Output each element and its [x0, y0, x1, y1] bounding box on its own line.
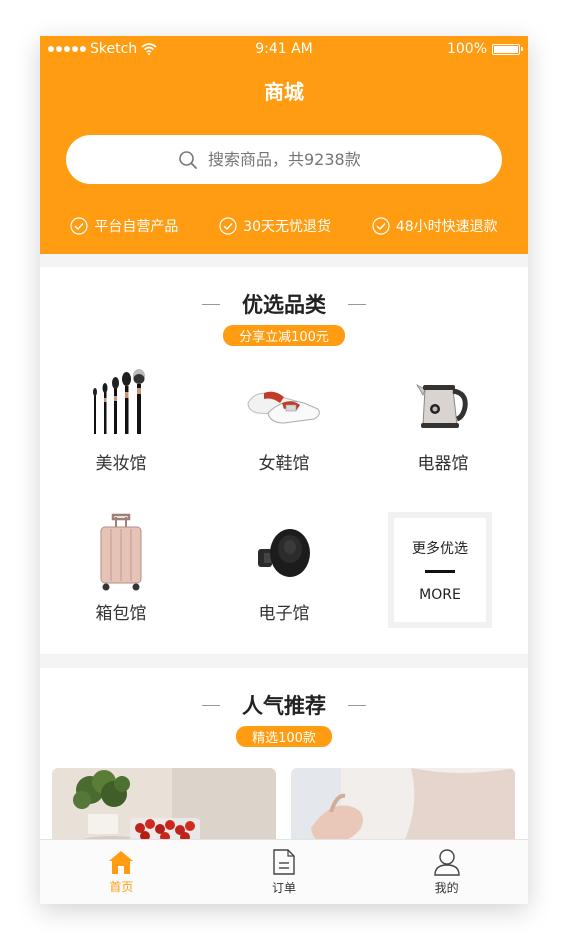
section-title: 优选品类 — [40, 289, 528, 319]
more-categories-button[interactable]: 更多优选 MORE — [388, 512, 492, 628]
tab-label: 首页 — [109, 880, 134, 894]
category-luggage[interactable]: 箱包馆 — [46, 513, 196, 624]
tab-home[interactable]: 首页 — [61, 849, 181, 895]
service-features: 平台自营产品 30天无忧退货 48小时快速退款 — [40, 216, 528, 236]
title-dash — [348, 704, 366, 706]
promo-badge: 分享立减100元 — [223, 325, 345, 346]
battery-percent: 100% — [446, 41, 487, 57]
title-dash — [348, 303, 366, 305]
search-input[interactable] — [206, 149, 390, 170]
tab-orders[interactable]: 订单 — [224, 848, 344, 896]
status-bar: Sketch 9:41 AM 100% — [40, 36, 528, 64]
section-title: 人气推荐 — [40, 690, 528, 720]
category-label: 箱包馆 — [95, 604, 147, 624]
header: Sketch 9:41 AM 100% 商城 搜索商品，共9238款 平台自营产… — [40, 36, 528, 254]
category-makeup[interactable]: 美妆馆 — [46, 365, 196, 474]
check-circle-icon — [70, 217, 88, 235]
battery-icon — [492, 43, 523, 55]
category-label: 电器馆 — [417, 454, 469, 474]
page-title: 商城 — [264, 80, 304, 104]
popular-header: 人气推荐 精选100款 — [40, 690, 528, 747]
tab-label: 我的 — [434, 881, 459, 895]
product-card-image[interactable] — [291, 768, 515, 848]
feature-label: 48小时快速退款 — [395, 219, 498, 235]
section-title-text: 人气推荐 — [242, 694, 326, 718]
feature-label: 30天无忧退货 — [243, 219, 331, 235]
plant-and-tomatoes-image — [52, 768, 276, 848]
more-divider — [425, 569, 455, 573]
categories-header: 优选品类 分享立减100元 — [40, 289, 528, 346]
title-dash — [202, 704, 220, 706]
product-card-image[interactable] — [52, 768, 276, 848]
tab-profile[interactable]: 我的 — [387, 848, 507, 896]
electric-kettle-icon — [415, 384, 468, 428]
check-circle-icon — [372, 217, 390, 235]
more-subtitle: MORE — [419, 586, 461, 603]
electronics-mount-icon — [258, 529, 310, 577]
promo-badge: 精选100款 — [236, 726, 332, 747]
category-label: 美妆馆 — [95, 454, 147, 474]
feature-item: 平台自营产品 — [70, 216, 178, 236]
more-title: 更多优选 — [412, 540, 468, 557]
category-label: 电子馆 — [258, 604, 310, 624]
categories-section: 优选品类 分享立减100元 美妆馆 女鞋馆 电器馆 箱包馆 电子馆 更多优选 M… — [40, 267, 528, 654]
tab-bar: 首页 订单 我的 — [40, 839, 528, 904]
user-icon — [433, 849, 460, 876]
status-right: 100% — [446, 41, 523, 57]
category-appliances[interactable]: 电器馆 — [368, 365, 518, 474]
section-title-text: 优选品类 — [242, 293, 326, 317]
category-label: 女鞋馆 — [258, 454, 310, 474]
tab-label: 订单 — [271, 881, 296, 895]
search-bar[interactable] — [66, 135, 502, 184]
title-dash — [202, 303, 220, 305]
home-icon — [109, 851, 134, 874]
makeup-brushes-icon — [93, 369, 145, 434]
phone-screen: Sketch 9:41 AM 100% 商城 搜索商品，共9238款 平台自营产… — [40, 36, 528, 904]
document-icon — [273, 849, 295, 875]
womens-shoes-icon — [247, 391, 320, 424]
search-icon — [179, 150, 197, 169]
feature-item: 30天无忧退货 — [219, 216, 331, 236]
check-circle-icon — [219, 217, 237, 235]
category-shoes[interactable]: 女鞋馆 — [209, 365, 359, 474]
feature-item: 48小时快速退款 — [372, 216, 498, 236]
luggage-icon — [100, 513, 142, 591]
category-electronics[interactable]: 电子馆 — [209, 515, 359, 624]
hands-fabric-image — [291, 768, 515, 848]
feature-label: 平台自营产品 — [94, 219, 179, 235]
